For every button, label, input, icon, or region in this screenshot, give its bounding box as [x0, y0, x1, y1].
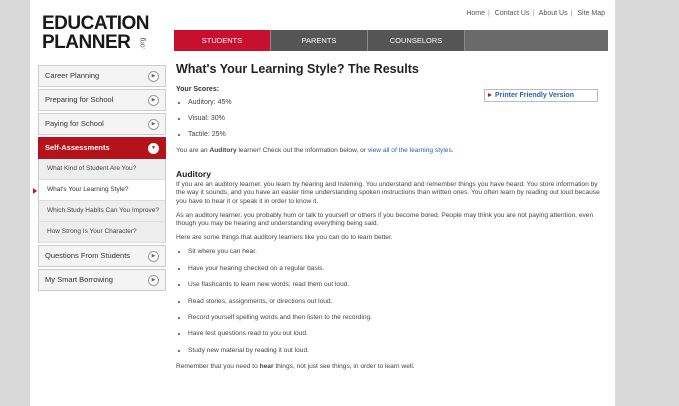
view-all-styles-link[interactable]: view all of the learning styles [368, 147, 452, 154]
sidebar-item-label: Preparing for School [45, 95, 114, 104]
tip-item: Have test questions read to you out loud… [188, 330, 606, 337]
chevron-right-icon: ▶ [148, 71, 159, 82]
paragraph: If you are an auditory learner, you lear… [176, 181, 600, 205]
sidebar-item-preparing-for-school[interactable]: Preparing for School ▶ [38, 89, 166, 111]
subitem-study-habits[interactable]: Which Study Habits Can You Improve? [39, 201, 165, 222]
logo-line1: EDUCATION [42, 13, 150, 34]
main-content: What's Your Learning Style? The Results … [176, 62, 606, 377]
printer-friendly-button[interactable]: Printer Friendly Version [484, 89, 598, 102]
sidebar: Career Planning ▶ Preparing for School ▶… [33, 65, 166, 293]
closing-text: Remember that you need to hear things, n… [176, 363, 415, 371]
chevron-right-icon: ▶ [148, 251, 159, 262]
chevron-right-icon: ▶ [148, 119, 159, 130]
section-heading: Auditory [176, 169, 211, 180]
subitem-character[interactable]: How Strong Is Your Character? [39, 222, 165, 243]
sidebar-item-my-smart-borrowing[interactable]: My Smart Borrowing ▶ [38, 269, 166, 291]
utility-links: Home | Contact Us | About Us | Site Map [466, 10, 605, 17]
paragraph: As an auditory learner, you probably hum… [176, 211, 594, 228]
education-planner-logo[interactable]: EDUCATION PLANNER .org [42, 14, 162, 53]
tip-item: Record yourself spelling words and then … [188, 314, 606, 321]
sidebar-item-questions-from-students[interactable]: Questions From Students ▶ [38, 245, 166, 267]
sidebar-item-self-assessments[interactable]: Self-Assessments ▼ [38, 137, 166, 159]
paragraph: Here are some things that auditory learn… [176, 234, 393, 242]
sidebar-item-label: Questions From Students [45, 251, 131, 260]
sidebar-item-label: Paying for School [45, 119, 104, 128]
chevron-right-icon: ▶ [148, 275, 159, 286]
sidebar-submenu: What Kind of Student Are You? What's You… [33, 159, 166, 243]
tip-item: Study new material by reading it out lou… [188, 347, 606, 354]
page-title: What's Your Learning Style? The Results [176, 62, 419, 76]
sidebar-item-label: My Smart Borrowing [45, 275, 113, 284]
score-item: Tactile: 25% [188, 131, 606, 138]
tip-item: Read stories, assignments, or directions… [188, 298, 606, 305]
subitem-learning-style[interactable]: What's Your Learning Style? [33, 180, 165, 201]
chevron-right-icon: ▶ [148, 95, 159, 106]
result-text: You are an Auditory learner! Check out t… [176, 147, 454, 154]
chevron-down-icon: ▼ [148, 143, 159, 154]
score-item: Visual: 30% [188, 115, 606, 122]
tab-parents[interactable]: PARENTS [271, 30, 368, 51]
tab-students[interactable]: STUDENTS [174, 30, 271, 51]
tip-item: Have your hearing checked on a regular b… [188, 265, 606, 272]
logo-org: .org [139, 37, 147, 50]
about-us-link[interactable]: About Us [539, 10, 568, 17]
sidebar-item-paying-for-school[interactable]: Paying for School ▶ [38, 113, 166, 135]
site-map-link[interactable]: Site Map [577, 10, 605, 17]
subitem-what-kind-of-student[interactable]: What Kind of Student Are You? [39, 159, 165, 180]
logo-line2: PLANNER [42, 32, 131, 53]
sidebar-item-career-planning[interactable]: Career Planning ▶ [38, 65, 166, 87]
sidebar-item-label: Self-Assessments [45, 143, 110, 152]
scores-list: Auditory: 45% Visual: 30% Tactile: 25% [176, 99, 606, 138]
sidebar-item-label: Career Planning [45, 71, 100, 80]
tab-counselors[interactable]: COUNSELORS [368, 30, 465, 51]
contact-us-link[interactable]: Contact Us [495, 10, 530, 17]
nav-filler [465, 30, 608, 51]
tip-item: Use flashcards to learn new words; read … [188, 281, 606, 288]
top-nav: STUDENTS PARENTS COUNSELORS [174, 30, 608, 51]
tips-list: Sit where you can hear. Have your hearin… [176, 248, 606, 353]
home-link[interactable]: Home [466, 10, 485, 17]
page: EDUCATION PLANNER .org Home | Contact Us |… [30, 0, 615, 406]
tip-item: Sit where you can hear. [188, 248, 606, 255]
